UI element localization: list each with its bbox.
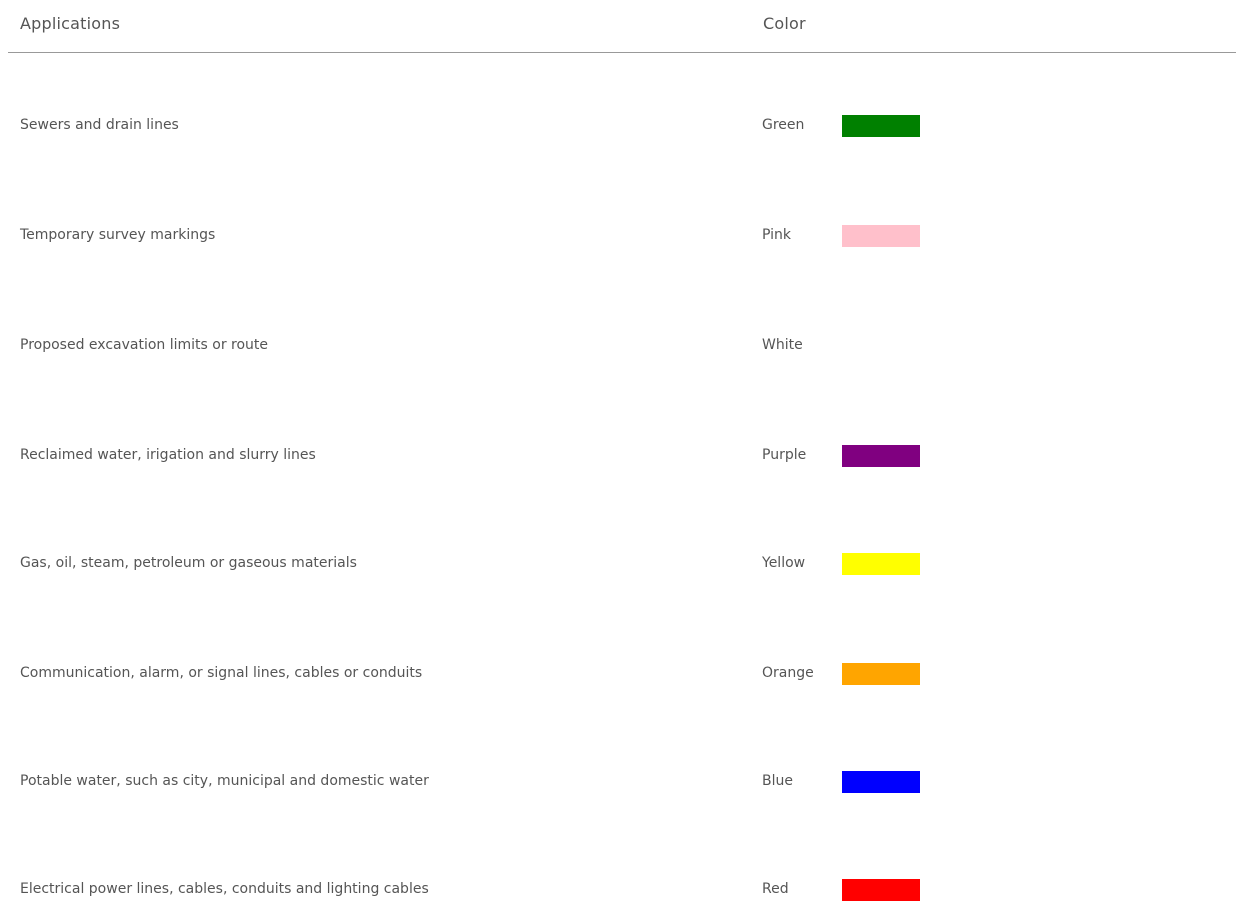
color-swatch <box>842 115 920 137</box>
table-row: Reclaimed water, irigation and slurry li… <box>0 445 1236 467</box>
color-name-cell: Purple <box>762 447 807 463</box>
color-swatch <box>842 225 920 247</box>
color-name-cell: Pink <box>762 227 792 243</box>
color-swatch <box>842 335 920 357</box>
table-row: Communication, alarm, or signal lines, c… <box>0 663 1236 685</box>
table-row: Gas, oil, steam, petroleum or gaseous ma… <box>0 553 1236 575</box>
color-code-table: Applications Color Sewers and drain line… <box>0 0 1236 901</box>
application-cell: Sewers and drain lines <box>20 117 179 133</box>
color-swatch <box>842 445 920 467</box>
color-name-cell: Yellow <box>762 555 806 571</box>
color-name-cell: White <box>762 337 803 353</box>
application-cell: Gas, oil, steam, petroleum or gaseous ma… <box>20 555 357 571</box>
color-name-cell: Orange <box>762 665 814 681</box>
table-row: Temporary survey markings Pink <box>0 225 1236 247</box>
application-cell: Potable water, such as city, municipal a… <box>20 773 429 789</box>
application-cell: Communication, alarm, or signal lines, c… <box>20 665 423 681</box>
color-swatch <box>842 553 920 575</box>
table-row: Proposed excavation limits or route Whit… <box>0 335 1236 357</box>
applications-column-header: Applications <box>20 14 121 33</box>
color-name-cell: Green <box>762 117 805 133</box>
color-swatch <box>842 879 920 901</box>
color-swatch <box>842 771 920 793</box>
color-swatch <box>842 663 920 685</box>
application-cell: Electrical power lines, cables, conduits… <box>20 881 429 897</box>
color-name-cell: Red <box>762 881 789 897</box>
table-header: Applications Color <box>8 0 1236 53</box>
application-cell: Proposed excavation limits or route <box>20 337 269 353</box>
table-row: Potable water, such as city, municipal a… <box>0 771 1236 793</box>
color-name-cell: Blue <box>762 773 793 789</box>
table-row: Electrical power lines, cables, conduits… <box>0 879 1236 901</box>
color-column-header: Color <box>763 14 806 33</box>
application-cell: Reclaimed water, irigation and slurry li… <box>20 447 316 463</box>
application-cell: Temporary survey markings <box>20 227 216 243</box>
table-row: Sewers and drain lines Green <box>0 115 1236 137</box>
